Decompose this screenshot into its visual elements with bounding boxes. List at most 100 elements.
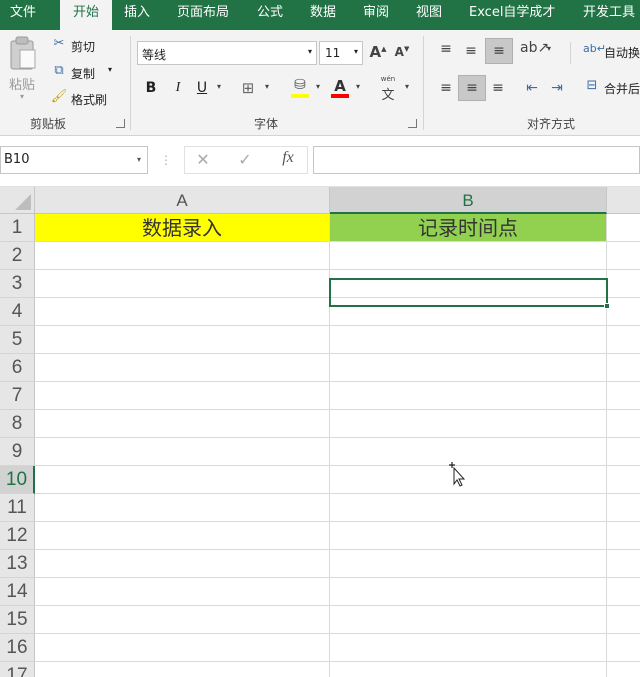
cell-c10[interactable] (607, 466, 640, 494)
cut-button[interactable]: ✂ 剪切 (50, 34, 110, 56)
cell-b16[interactable] (330, 634, 607, 662)
row-header-12[interactable]: 12 (0, 522, 35, 550)
cell-a6[interactable] (35, 354, 330, 382)
phonetic-guide-button[interactable]: wén 文 (377, 75, 399, 103)
cell-a1[interactable]: 数据录入 (35, 214, 330, 242)
cell-a3[interactable] (35, 270, 330, 298)
wrap-text-button[interactable]: ab↵ 自动换行 (583, 40, 640, 64)
cell-a12[interactable] (35, 522, 330, 550)
cell-b15[interactable] (330, 606, 607, 634)
row-header-1[interactable]: 1 (0, 214, 35, 242)
decrease-font-size-button[interactable]: A▼ (393, 45, 411, 59)
underline-button[interactable]: U (194, 80, 210, 96)
column-header-a[interactable]: A (35, 187, 330, 214)
confirm-entry-icon[interactable]: ✓ (235, 150, 255, 169)
cell-c4[interactable] (607, 298, 640, 326)
cell-a14[interactable] (35, 578, 330, 606)
font-size-box[interactable]: 11 ▾ (319, 41, 363, 65)
cell-b2[interactable] (330, 242, 607, 270)
increase-indent-icon[interactable]: ⇥ (547, 80, 567, 96)
cell-b17[interactable] (330, 662, 607, 677)
cell-a9[interactable] (35, 438, 330, 466)
cell-c9[interactable] (607, 438, 640, 466)
borders-icon[interactable]: ⊞ (238, 79, 258, 97)
row-header-11[interactable]: 11 (0, 494, 35, 522)
middle-align-icon[interactable]: ≡ (461, 43, 481, 59)
row-header-10[interactable]: 10 (0, 466, 35, 494)
row-header-7[interactable]: 7 (0, 382, 35, 410)
cell-b1[interactable]: 记录时间点 (330, 214, 607, 242)
italic-button[interactable]: I (170, 80, 186, 96)
row-header-16[interactable]: 16 (0, 634, 35, 662)
decrease-indent-icon[interactable]: ⇤ (522, 80, 542, 96)
orientation-icon[interactable]: ab↗ (520, 40, 549, 56)
fill-color-dropdown-icon[interactable]: ▾ (313, 82, 323, 91)
cell-c13[interactable] (607, 550, 640, 578)
cell-c12[interactable] (607, 522, 640, 550)
cell-a11[interactable] (35, 494, 330, 522)
name-box[interactable]: B10 ▾ (0, 146, 148, 174)
tab-view[interactable]: 视图 (416, 0, 448, 30)
cell-b9[interactable] (330, 438, 607, 466)
column-header-c[interactable] (607, 187, 640, 214)
paste-button[interactable]: 粘贴 ▾ (4, 34, 42, 110)
cell-b6[interactable] (330, 354, 607, 382)
cell-c6[interactable] (607, 354, 640, 382)
insert-function-icon[interactable]: fx (277, 149, 299, 167)
increase-font-size-button[interactable]: A▲ (368, 43, 388, 61)
bold-button[interactable]: B (143, 80, 159, 96)
cell-b14[interactable] (330, 578, 607, 606)
tab-home[interactable]: 开始 (60, 0, 112, 30)
cell-c17[interactable] (607, 662, 640, 677)
font-color-button[interactable]: A (329, 77, 351, 99)
tab-review[interactable]: 审阅 (363, 0, 395, 30)
cell-a13[interactable] (35, 550, 330, 578)
align-right-icon[interactable]: ≡ (488, 80, 508, 96)
formula-input[interactable] (313, 146, 640, 174)
cell-a16[interactable] (35, 634, 330, 662)
cell-b5[interactable] (330, 326, 607, 354)
cell-b12[interactable] (330, 522, 607, 550)
cell-b13[interactable] (330, 550, 607, 578)
tab-data[interactable]: 数据 (310, 0, 342, 30)
cell-a17[interactable] (35, 662, 330, 677)
row-header-14[interactable]: 14 (0, 578, 35, 606)
column-header-b[interactable]: B (330, 187, 607, 214)
merge-center-button[interactable]: ⊟ 合并后居中 (583, 76, 640, 100)
row-header-2[interactable]: 2 (0, 242, 35, 270)
fill-handle[interactable] (604, 303, 610, 309)
cell-c5[interactable] (607, 326, 640, 354)
cell-c16[interactable] (607, 634, 640, 662)
row-header-13[interactable]: 13 (0, 550, 35, 578)
cell-b11[interactable] (330, 494, 607, 522)
cell-a4[interactable] (35, 298, 330, 326)
format-painter-button[interactable]: 🖌 格式刷 (50, 87, 120, 109)
bottom-align-button[interactable]: ≡ (485, 38, 513, 64)
cell-c3[interactable] (607, 270, 640, 298)
orientation-dropdown-icon[interactable]: ▾ (544, 44, 554, 53)
copy-button[interactable]: ⧉ 复制 ▾ (50, 61, 120, 83)
row-header-5[interactable]: 5 (0, 326, 35, 354)
cell-c11[interactable] (607, 494, 640, 522)
cell-a8[interactable] (35, 410, 330, 438)
align-center-button[interactable]: ≡ (458, 75, 486, 101)
font-launcher-icon[interactable] (408, 119, 417, 128)
row-header-6[interactable]: 6 (0, 354, 35, 382)
select-all-button[interactable] (0, 187, 35, 214)
cell-a15[interactable] (35, 606, 330, 634)
cell-a7[interactable] (35, 382, 330, 410)
borders-dropdown-icon[interactable]: ▾ (262, 82, 272, 91)
cell-a5[interactable] (35, 326, 330, 354)
row-header-9[interactable]: 9 (0, 438, 35, 466)
row-header-3[interactable]: 3 (0, 270, 35, 298)
tab-developer[interactable]: 开发工具 (583, 0, 640, 30)
align-left-icon[interactable]: ≡ (436, 80, 456, 96)
cell-a10[interactable] (35, 466, 330, 494)
underline-dropdown-icon[interactable]: ▾ (214, 82, 224, 91)
cell-a2[interactable] (35, 242, 330, 270)
cell-c14[interactable] (607, 578, 640, 606)
name-box-dropdown-icon[interactable]: ▾ (137, 147, 141, 173)
phonetic-dropdown-icon[interactable]: ▾ (402, 82, 412, 91)
row-header-8[interactable]: 8 (0, 410, 35, 438)
row-header-4[interactable]: 4 (0, 298, 35, 326)
